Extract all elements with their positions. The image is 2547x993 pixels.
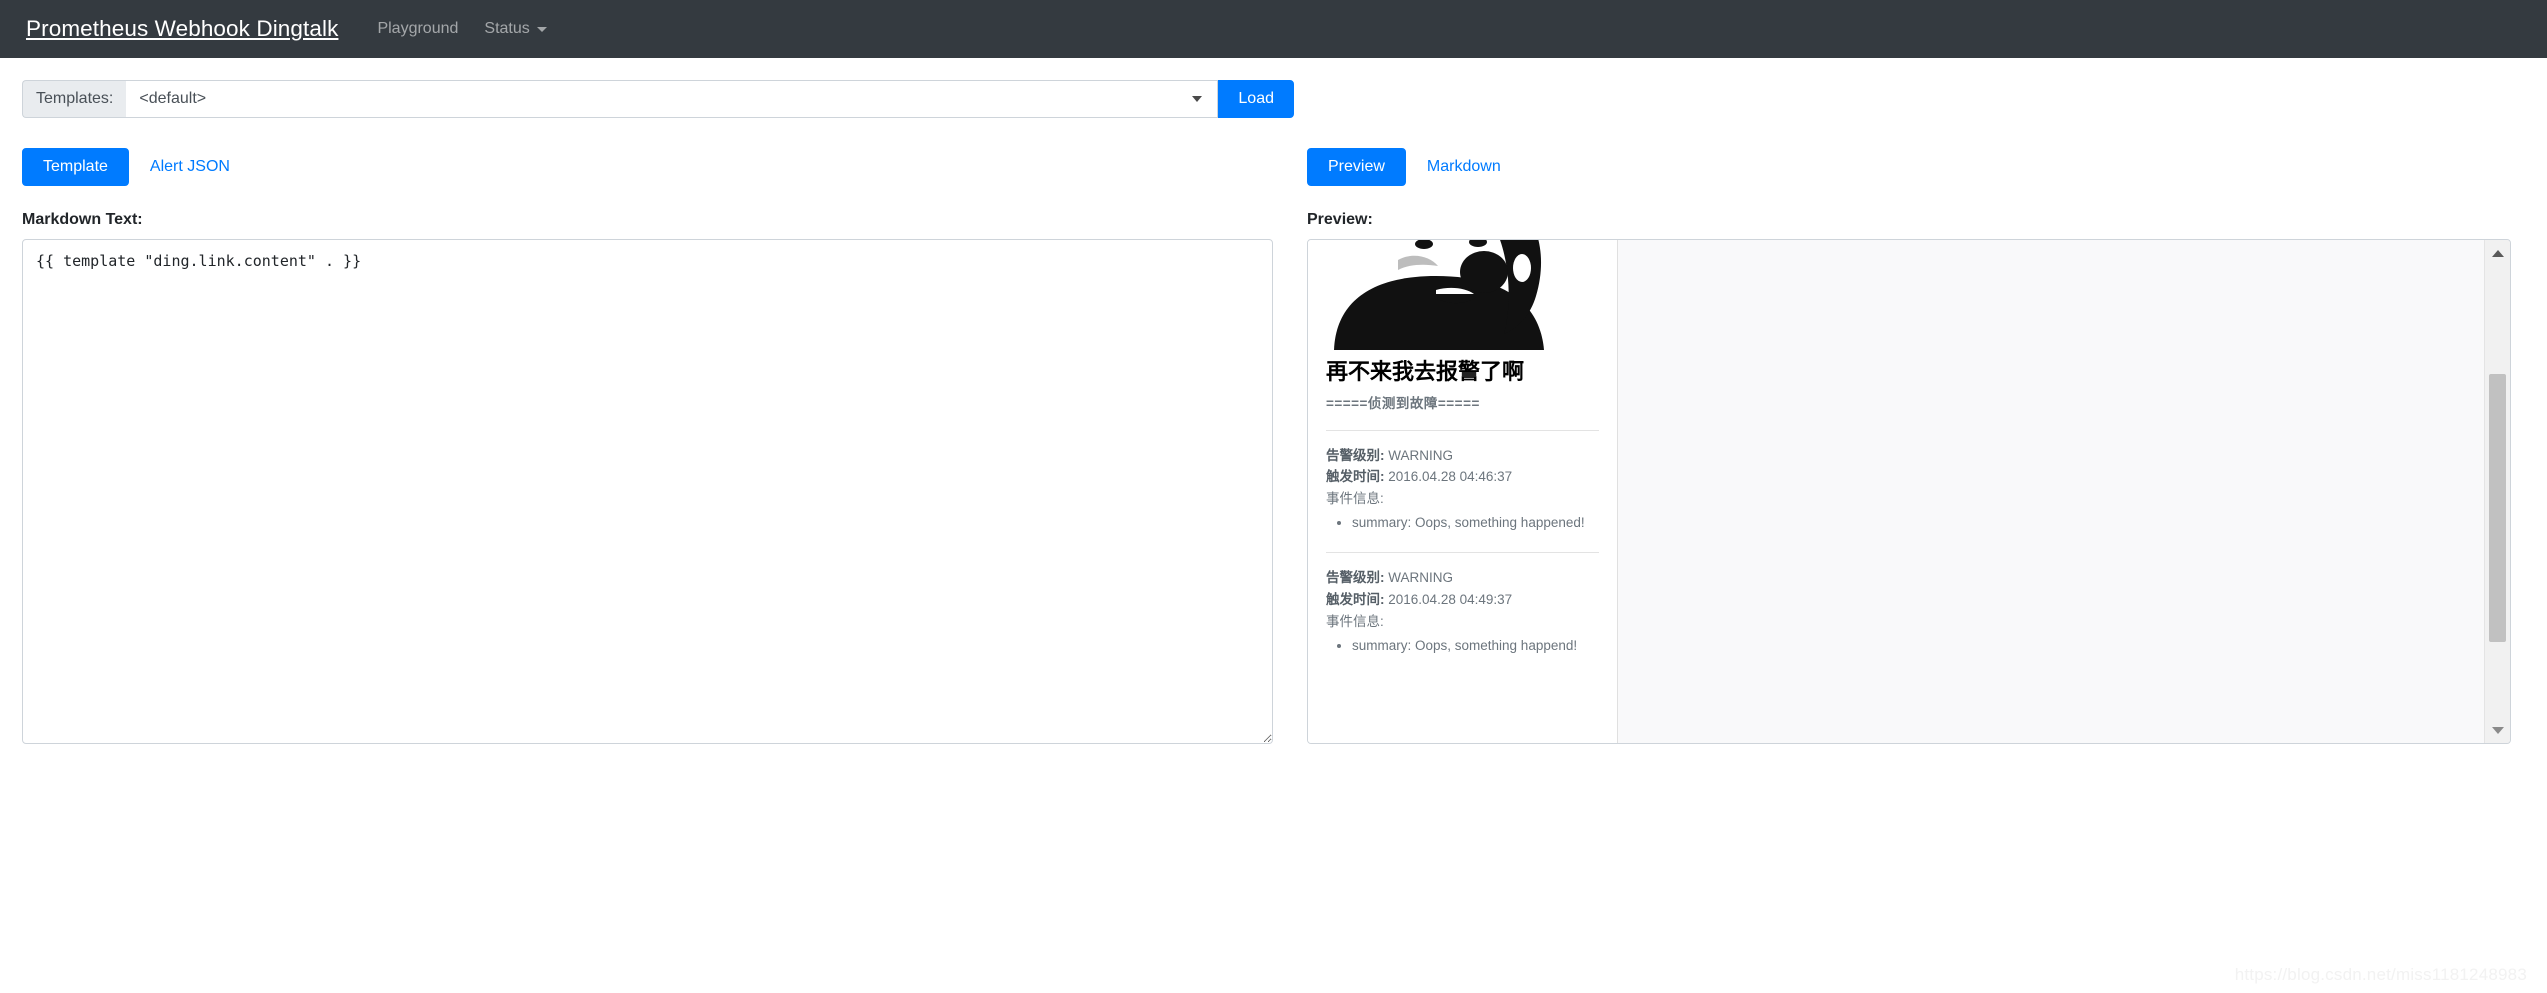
preview-card: 再不来我去报警了啊 =====侦测到故障===== 告警级别: WARNING … bbox=[1308, 240, 1618, 743]
preview-divider-2 bbox=[1326, 551, 1599, 553]
alert-time-label: 触发时间: bbox=[1326, 591, 1385, 607]
alert-block: 告警级别: WARNING 触发时间: 2016.04.28 04:49:37 … bbox=[1326, 567, 1599, 656]
tab-alert-json[interactable]: Alert JSON bbox=[129, 148, 251, 186]
preview-heading: 再不来我去报警了啊 bbox=[1326, 359, 1525, 384]
alert-time-value: 2016.04.28 04:46:37 bbox=[1388, 469, 1513, 485]
alert-info-label: 事件信息: bbox=[1326, 613, 1384, 629]
top-navbar: Prometheus Webhook Dingtalk Playground S… bbox=[0, 0, 2547, 58]
alert-info-list: summary: Oops, something happend! bbox=[1326, 635, 1599, 657]
alert-time-label: 触发时间: bbox=[1326, 469, 1385, 485]
preview-scrollbar[interactable] bbox=[2484, 240, 2510, 743]
alert-info-label: 事件信息: bbox=[1326, 491, 1384, 507]
templates-label: Templates: bbox=[22, 80, 127, 118]
templates-select-value: <default> bbox=[139, 90, 207, 107]
list-item: summary: Oops, something happend! bbox=[1352, 635, 1599, 657]
tab-preview[interactable]: Preview bbox=[1307, 148, 1406, 186]
navbar-brand[interactable]: Prometheus Webhook Dingtalk bbox=[26, 16, 338, 42]
right-tab-bar: Preview Markdown bbox=[1307, 148, 2502, 186]
alert-time-value: 2016.04.28 04:49:37 bbox=[1388, 591, 1513, 607]
left-tab-bar: Template Alert JSON bbox=[22, 148, 1281, 186]
chevron-down-icon bbox=[536, 26, 547, 32]
alert-severity-label: 告警级别: bbox=[1326, 569, 1385, 585]
alert-time-row: 触发时间: 2016.04.28 04:49:37 bbox=[1326, 589, 1599, 611]
preview-label: Preview: bbox=[1307, 211, 1373, 228]
list-item: summary: Oops, something happened! bbox=[1352, 512, 1599, 534]
preview-subheading: =====侦测到故障===== bbox=[1326, 395, 1480, 411]
alert-severity-row: 告警级别: WARNING bbox=[1326, 445, 1599, 467]
alert-time-row: 触发时间: 2016.04.28 04:46:37 bbox=[1326, 466, 1599, 488]
scroll-down-button[interactable] bbox=[2485, 717, 2511, 743]
chevron-up-icon bbox=[2491, 249, 2504, 257]
alert-block: 告警级别: WARNING 触发时间: 2016.04.28 04:46:37 … bbox=[1326, 445, 1599, 534]
markdown-text-label: Markdown Text: bbox=[22, 211, 143, 228]
nav-link-playground-label: Playground bbox=[377, 20, 459, 37]
main-columns: Template Alert JSON Markdown Text: Previ… bbox=[22, 148, 2525, 744]
panda-meme-phone-icon bbox=[1326, 240, 1570, 350]
right-panel: Preview Markdown Preview: 再不来我去报警了啊 ====… bbox=[1294, 148, 2511, 744]
alert-severity-value: WARNING bbox=[1388, 569, 1454, 585]
preview-container: 再不来我去报警了啊 =====侦测到故障===== 告警级别: WARNING … bbox=[1307, 239, 2511, 744]
tab-template[interactable]: Template bbox=[22, 148, 129, 186]
left-panel: Template Alert JSON Markdown Text: bbox=[22, 148, 1294, 744]
templates-select[interactable]: <default> bbox=[126, 80, 1219, 118]
scrollbar-thumb[interactable] bbox=[2489, 374, 2506, 642]
scroll-up-button[interactable] bbox=[2485, 240, 2511, 266]
alert-info-list: summary: Oops, something happened! bbox=[1326, 512, 1599, 534]
chevron-down-icon bbox=[2491, 726, 2504, 734]
load-button[interactable]: Load bbox=[1218, 80, 1294, 118]
templates-input-group: Templates: <default> Load bbox=[22, 80, 1294, 118]
watermark: https://blog.csdn.net/miss1181248983 bbox=[2234, 965, 2527, 984]
nav-link-status[interactable]: Status bbox=[471, 14, 559, 44]
markdown-text-input[interactable] bbox=[22, 239, 1273, 744]
nav-link-playground[interactable]: Playground bbox=[364, 14, 471, 44]
chevron-down-icon bbox=[1192, 96, 1203, 102]
tab-markdown[interactable]: Markdown bbox=[1406, 148, 1522, 186]
alert-severity-label: 告警级别: bbox=[1326, 447, 1385, 463]
alert-severity-value: WARNING bbox=[1388, 447, 1454, 463]
alert-severity-row: 告警级别: WARNING bbox=[1326, 567, 1599, 589]
preview-divider-1 bbox=[1326, 429, 1599, 431]
nav-link-status-label: Status bbox=[484, 20, 530, 37]
page-container: Templates: <default> Load Template Alert… bbox=[0, 80, 2547, 744]
